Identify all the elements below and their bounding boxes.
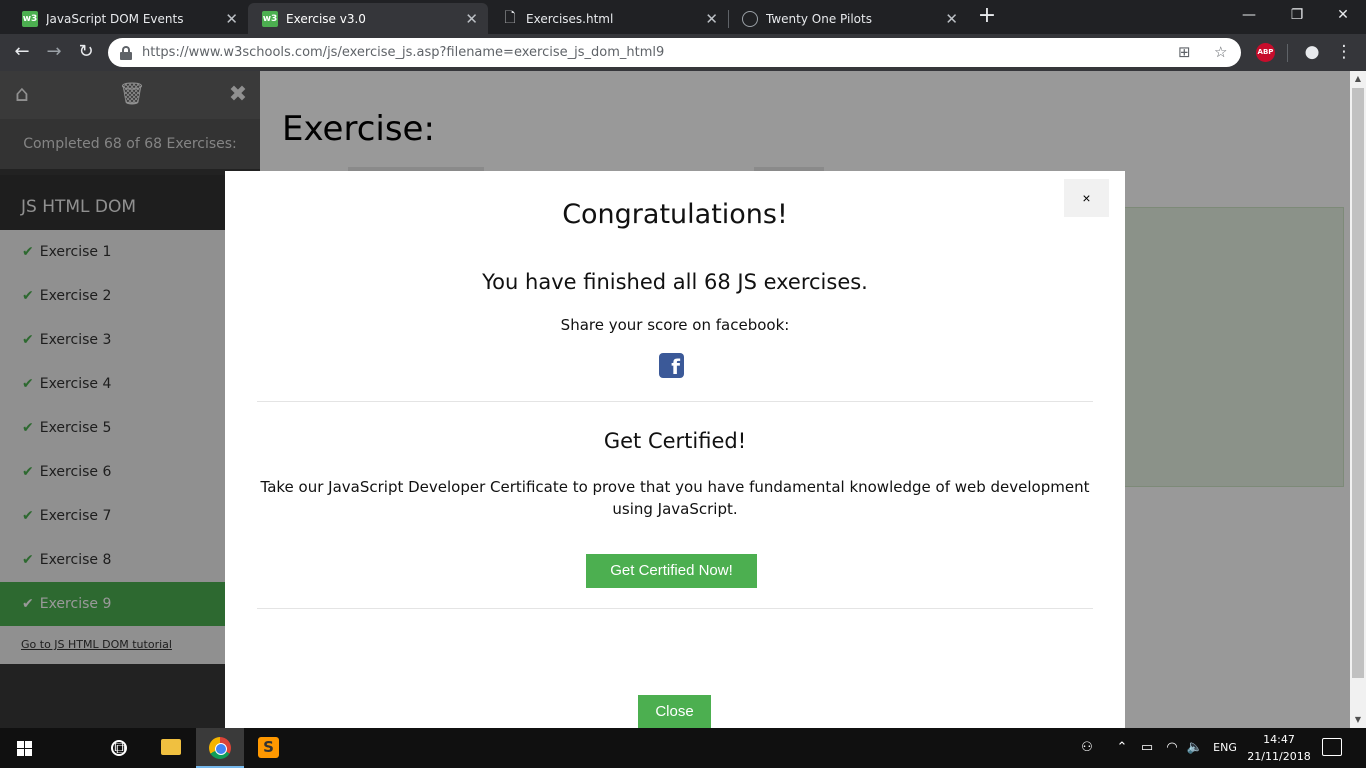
- congratulations-modal: × Congratulations! You have finished all…: [225, 171, 1125, 728]
- tab-title: Exercise v3.0: [286, 11, 366, 26]
- lock-icon: [120, 45, 132, 60]
- adblock-plus-icon[interactable]: ABP: [1256, 43, 1275, 62]
- tab-javascript-dom-events[interactable]: w3 JavaScript DOM Events ✕: [8, 3, 248, 34]
- tab-close-icon[interactable]: ✕: [225, 10, 238, 28]
- tab-close-icon[interactable]: ✕: [465, 10, 478, 28]
- url-text: https://www.w3schools.com/js/exercise_js…: [142, 45, 665, 60]
- forward-arrow-icon[interactable]: →: [42, 40, 66, 64]
- minimize-icon[interactable]: —: [1226, 0, 1272, 32]
- finished-message: You have finished all 68 JS exercises.: [482, 270, 868, 294]
- restore-icon[interactable]: ❐: [1274, 0, 1320, 32]
- tab-title: Twenty One Pilots: [766, 11, 872, 26]
- toolbar-separator: [1287, 44, 1288, 62]
- language-indicator[interactable]: ENG: [1208, 728, 1242, 768]
- address-bar[interactable]: https://www.w3schools.com/js/exercise_js…: [108, 38, 1241, 67]
- w3schools-favicon-icon: w3: [262, 10, 278, 27]
- reload-icon[interactable]: ↻: [74, 40, 98, 64]
- cortana-button[interactable]: [48, 728, 127, 768]
- w3schools-favicon-icon: w3: [22, 10, 38, 27]
- tab-close-icon[interactable]: ✕: [705, 10, 718, 28]
- action-center-icon[interactable]: [1322, 738, 1342, 756]
- modal-title: Congratulations!: [562, 199, 788, 230]
- divider: [257, 401, 1093, 402]
- clock-date: 21/11/2018: [1247, 750, 1311, 763]
- new-tab-plus-icon[interactable]: +: [975, 5, 999, 29]
- tab-title: JavaScript DOM Events: [46, 11, 184, 26]
- tab-close-icon[interactable]: ✕: [945, 10, 958, 28]
- page-scrollbar[interactable]: ▲ ▼: [1350, 71, 1366, 728]
- folder-icon: [161, 739, 181, 755]
- windows-taskbar: ⧉ S ⚇ ⌃ ▭ ◠ 🔈 ENG 14:47 21/11/2018: [0, 728, 1366, 768]
- close-button[interactable]: Close: [638, 695, 711, 728]
- share-prompt: Share your score on facebook:: [560, 316, 790, 334]
- browser-tab-strip: w3 JavaScript DOM Events ✕ w3 Exercise v…: [0, 0, 1366, 34]
- sublime-text-button[interactable]: S: [245, 728, 293, 768]
- show-hidden-icons-chevron-up-icon[interactable]: ⌃: [1112, 728, 1132, 768]
- clock-time: 14:47: [1263, 733, 1295, 746]
- translate-icon[interactable]: ⊞: [1178, 38, 1191, 67]
- wifi-icon[interactable]: ◠: [1162, 728, 1182, 768]
- close-window-icon[interactable]: ✕: [1320, 0, 1366, 32]
- battery-icon[interactable]: ▭: [1137, 728, 1157, 768]
- certified-heading: Get Certified!: [603, 429, 747, 453]
- tab-exercise[interactable]: w3 Exercise v3.0 ✕: [248, 3, 488, 34]
- scroll-thumb[interactable]: [1352, 88, 1364, 678]
- profile-avatar-icon[interactable]: ●: [1300, 40, 1324, 64]
- divider: [257, 608, 1093, 609]
- volume-icon[interactable]: 🔈: [1185, 728, 1205, 768]
- web-page: ⌂ 🗑 ✖ Completed 68 of 68 Exercises: JS H…: [0, 71, 1350, 728]
- chrome-icon: [209, 737, 231, 759]
- bookmark-star-icon[interactable]: ☆: [1214, 38, 1227, 67]
- facebook-icon[interactable]: f: [659, 353, 684, 379]
- scroll-down-arrow-icon[interactable]: ▼: [1350, 712, 1366, 728]
- tab-exercises-html[interactable]: 🗋 Exercises.html ✕: [488, 3, 728, 34]
- site-favicon-icon: [742, 10, 758, 27]
- tab-title: Exercises.html: [526, 11, 614, 26]
- certificate-description: Take our JavaScript Developer Certificat…: [260, 478, 1090, 518]
- chrome-taskbar-button[interactable]: [196, 728, 244, 768]
- system-clock[interactable]: 14:47 21/11/2018: [1245, 731, 1313, 765]
- windows-logo-icon: [17, 741, 32, 756]
- get-certified-button[interactable]: Get Certified Now!: [586, 554, 757, 588]
- start-button[interactable]: [0, 728, 48, 768]
- tab-twenty-one-pilots[interactable]: Twenty One Pilots ✕: [728, 3, 968, 34]
- more-menu-icon[interactable]: ⋮: [1332, 40, 1356, 64]
- browser-toolbar: ← → ↻ https://www.w3schools.com/js/exerc…: [0, 34, 1366, 71]
- scroll-up-arrow-icon[interactable]: ▲: [1350, 71, 1366, 87]
- document-favicon-icon: 🗋: [504, 9, 516, 26]
- back-arrow-icon[interactable]: ←: [10, 40, 34, 64]
- task-view-icon[interactable]: ⧉: [96, 728, 144, 768]
- sublime-text-icon: S: [258, 737, 279, 758]
- people-icon[interactable]: ⚇: [1076, 728, 1098, 768]
- file-explorer-button[interactable]: [146, 728, 194, 768]
